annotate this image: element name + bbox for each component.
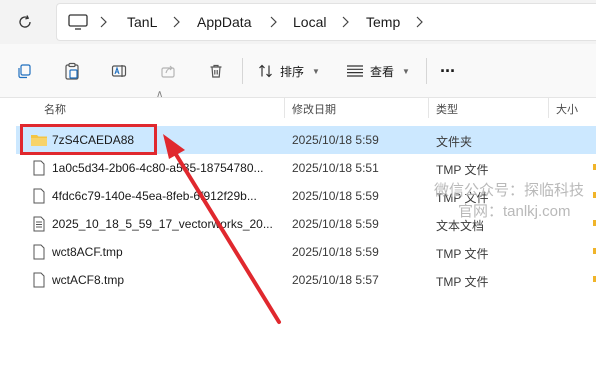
- more-options-button[interactable]: ···: [440, 59, 456, 83]
- highlight-box: [20, 124, 157, 155]
- file-icon: [33, 272, 45, 288]
- sort-icon: [259, 64, 272, 78]
- copy-icon: [18, 64, 31, 79]
- file-date: 2025/10/18 5:57: [292, 273, 379, 287]
- breadcrumb-item-temp[interactable]: Temp: [366, 14, 400, 30]
- file-date: 2025/10/18 5:59: [292, 245, 379, 259]
- toolbar-divider: [242, 58, 243, 84]
- rename-icon: [111, 65, 127, 77]
- chevron-right-icon: [342, 16, 349, 28]
- view-button[interactable]: 查看 ▼: [346, 59, 410, 83]
- file-row[interactable]: wctACF8.tmp 2025/10/18 5:57 TMP 文件: [16, 266, 596, 294]
- file-type: TMP 文件: [436, 163, 489, 177]
- scrollbar-track[interactable]: [592, 118, 596, 388]
- column-divider[interactable]: [548, 98, 549, 118]
- refresh-icon: [19, 15, 31, 28]
- share-button[interactable]: [156, 59, 180, 83]
- file-row[interactable]: 1a0c5d34-2b06-4c80-a535-18754780... 2025…: [16, 154, 596, 182]
- delete-button[interactable]: [204, 59, 228, 83]
- rename-button[interactable]: [108, 59, 132, 83]
- text-file-icon: [33, 216, 45, 232]
- file-type: TMP 文件: [436, 275, 489, 289]
- chevron-right-icon: [270, 16, 277, 28]
- share-icon: [161, 65, 175, 78]
- column-header-row: 名称 修改日期 类型 大小: [0, 98, 596, 118]
- breadcrumb-item-local[interactable]: Local: [293, 14, 326, 30]
- watermark-website: 官网：tanlkj.com: [458, 203, 571, 220]
- watermark-wechat: 微信公众号：探临科技: [434, 182, 585, 199]
- toolbar-divider: [426, 58, 427, 84]
- column-header-size[interactable]: 大小: [556, 101, 578, 117]
- command-bar: 排序 ▼ 查看 ▼ ···: [0, 44, 596, 98]
- column-header-type[interactable]: 类型: [436, 101, 458, 117]
- copy-button[interactable]: [12, 59, 36, 83]
- column-header-name[interactable]: 名称: [44, 101, 66, 117]
- chevron-down-icon: ▼: [402, 66, 410, 76]
- file-type: TMP 文件: [436, 247, 489, 261]
- sort-label: 排序: [280, 64, 305, 79]
- chevron-right-icon: [100, 16, 107, 28]
- file-icon: [33, 244, 45, 260]
- chevron-right-icon: [173, 16, 180, 28]
- chevron-down-icon: ▼: [312, 66, 320, 76]
- delete-icon: [210, 64, 222, 78]
- view-icon: [347, 65, 363, 77]
- file-type: 文件夹: [436, 135, 473, 149]
- chevron-right-icon[interactable]: [413, 15, 425, 29]
- file-name: 1a0c5d34-2b06-4c80-a535-18754780...: [52, 161, 264, 175]
- refresh-button[interactable]: [12, 9, 38, 35]
- column-divider[interactable]: [284, 98, 285, 118]
- breadcrumb-item-appdata[interactable]: AppData: [197, 14, 251, 30]
- computer-icon[interactable]: [67, 12, 89, 32]
- file-icon: [33, 188, 45, 204]
- file-row[interactable]: wct8ACF.tmp 2025/10/18 5:59 TMP 文件: [16, 238, 596, 266]
- column-divider[interactable]: [428, 98, 429, 118]
- file-date: 2025/10/18 5:59: [292, 189, 379, 203]
- view-label: 查看: [370, 64, 395, 79]
- file-name: 4fdc6c79-140e-45ea-8feb-6f912f29b...: [52, 189, 257, 203]
- breadcrumb[interactable]: TanL AppData Local Temp: [56, 3, 596, 41]
- file-icon: [33, 160, 45, 176]
- address-bar: TanL AppData Local Temp: [0, 0, 596, 44]
- sort-button[interactable]: 排序 ▼: [258, 59, 320, 83]
- file-date: 2025/10/18 5:59: [292, 217, 379, 231]
- file-name: 2025_10_18_5_59_17_vectorworks_20...: [52, 217, 272, 231]
- file-name: wctACF8.tmp: [52, 273, 125, 287]
- breadcrumb-item-tanl[interactable]: TanL: [127, 14, 157, 30]
- file-name: wct8ACF.tmp: [52, 245, 123, 259]
- column-header-date[interactable]: 修改日期: [292, 101, 336, 117]
- file-date: 2025/10/18 5:59: [292, 133, 379, 147]
- file-date: 2025/10/18 5:51: [292, 161, 379, 175]
- paste-icon: [65, 62, 79, 80]
- paste-button[interactable]: [60, 59, 84, 83]
